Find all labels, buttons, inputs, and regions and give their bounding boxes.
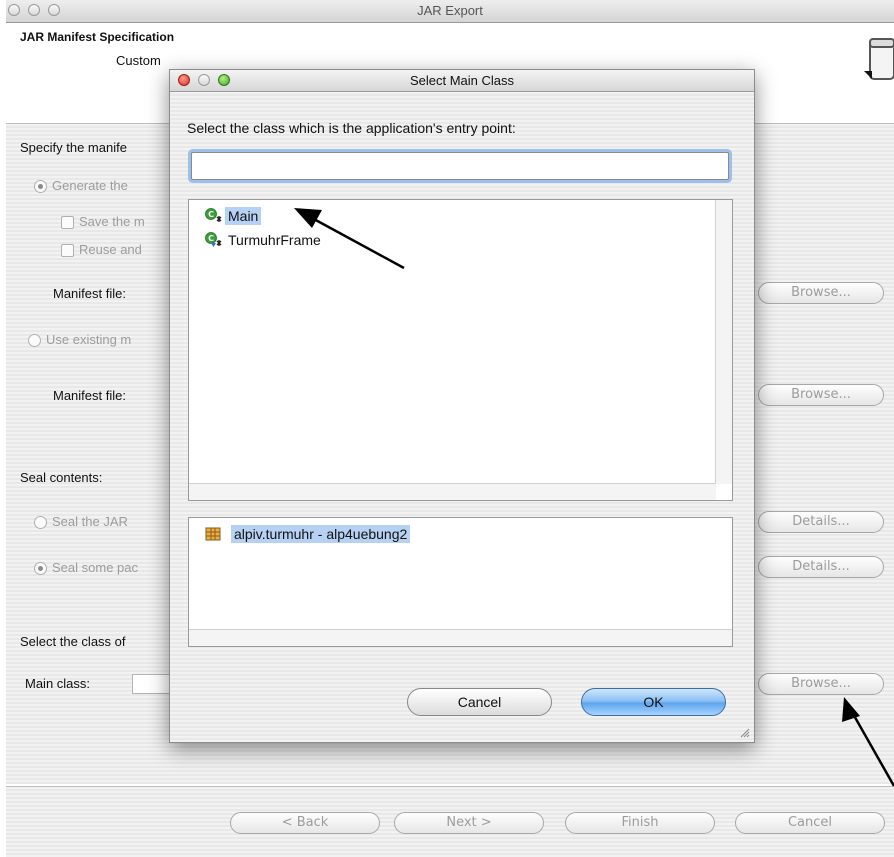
matching-types-list[interactable]: C Main C TurmuhrFrame xyxy=(188,199,733,501)
manifest-section-label: Specify the manife xyxy=(20,140,127,155)
main-class-section-label: Select the class of xyxy=(20,634,126,649)
main-class-input[interactable] xyxy=(132,674,172,694)
main-class-label: Main class: xyxy=(25,676,91,691)
wizard-button-bar: < Back Next > Finish Cancel xyxy=(6,787,894,857)
existing-manifest-browse-button[interactable]: Browse... xyxy=(758,384,884,406)
package-name: alpiv.turmuhr - alp4uebung2 xyxy=(231,525,411,543)
package-horizontal-scrollbar[interactable] xyxy=(189,629,732,646)
package-icon xyxy=(205,527,221,541)
back-button[interactable]: < Back xyxy=(230,812,380,834)
dialog-titlebar[interactable]: Select Main Class xyxy=(170,70,754,92)
manifest-file-label: Manifest file: xyxy=(53,286,126,301)
class-search-input[interactable] xyxy=(191,152,729,180)
use-existing-manifest-radio[interactable] xyxy=(28,334,41,347)
resize-grip-icon[interactable] xyxy=(738,726,750,738)
dialog-body: Select the class which is the applicatio… xyxy=(170,92,754,742)
wizard-cancel-button[interactable]: Cancel xyxy=(735,812,885,834)
type-name: TurmuhrFrame xyxy=(228,232,321,248)
page-title: JAR Manifest Specification xyxy=(20,30,175,44)
svg-text:C: C xyxy=(208,210,214,219)
seal-section-label: Seal contents: xyxy=(20,470,103,485)
types-horizontal-scrollbar[interactable] xyxy=(189,483,716,500)
type-name: Main xyxy=(225,207,262,225)
save-manifest-checkbox[interactable] xyxy=(61,216,74,229)
main-class-browse-button[interactable]: Browse... xyxy=(758,673,884,695)
manifest-browse-button[interactable]: Browse... xyxy=(758,282,884,304)
next-button[interactable]: Next > xyxy=(394,812,544,834)
reuse-manifest-label: Reuse and xyxy=(79,242,142,257)
finish-button[interactable]: Finish xyxy=(565,812,715,834)
generate-manifest-radio[interactable] xyxy=(34,180,47,193)
seal-some-packages-label: Seal some pac xyxy=(52,560,138,575)
dialog-title: Select Main Class xyxy=(409,73,515,88)
seal-jar-details-button[interactable]: Details... xyxy=(758,511,884,533)
seal-some-packages-radio[interactable] xyxy=(34,562,47,575)
list-item-package[interactable]: alpiv.turmuhr - alp4uebung2 xyxy=(205,524,411,544)
list-item-turmuhrframe[interactable]: C TurmuhrFrame xyxy=(205,230,324,250)
class-main-icon: C xyxy=(205,232,222,247)
save-manifest-label: Save the m xyxy=(79,214,145,229)
seal-packages-details-button[interactable]: Details... xyxy=(758,556,884,578)
jar-wizard-icon xyxy=(864,38,894,80)
list-item-main[interactable]: C Main xyxy=(205,206,262,226)
seal-jar-label: Seal the JAR xyxy=(52,514,128,529)
dialog-prompt: Select the class which is the applicatio… xyxy=(187,120,516,136)
reuse-manifest-checkbox[interactable] xyxy=(61,244,74,257)
existing-manifest-file-label: Manifest file: xyxy=(53,388,126,403)
svg-text:C: C xyxy=(208,234,214,243)
class-main-icon: C xyxy=(205,208,222,222)
select-main-class-dialog: Select Main Class Select the class which… xyxy=(169,69,755,743)
window-titlebar[interactable]: JAR Export xyxy=(6,0,894,23)
seal-jar-radio[interactable] xyxy=(34,516,47,529)
use-existing-manifest-label: Use existing m xyxy=(46,332,132,347)
window-title: JAR Export xyxy=(417,3,483,18)
page-description: Custom xyxy=(116,53,161,68)
generate-manifest-label: Generate the xyxy=(52,178,128,193)
package-list[interactable]: alpiv.turmuhr - alp4uebung2 xyxy=(188,517,733,647)
dialog-ok-button[interactable]: OK xyxy=(581,688,726,716)
types-vertical-scrollbar[interactable] xyxy=(715,200,732,484)
dialog-cancel-button[interactable]: Cancel xyxy=(407,688,552,716)
